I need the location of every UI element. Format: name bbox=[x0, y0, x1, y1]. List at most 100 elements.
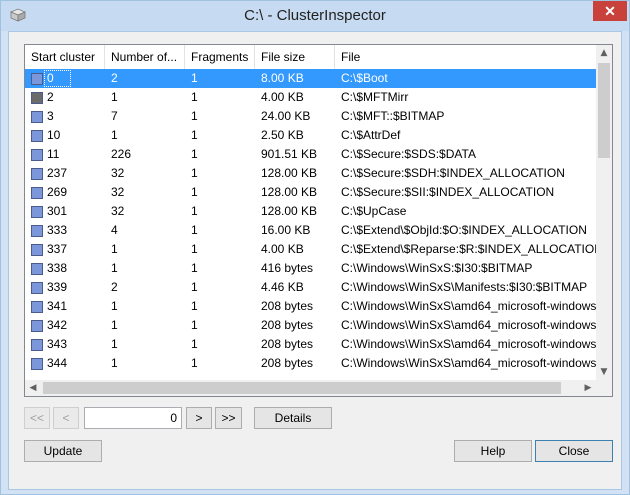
file-size-cell: 208 bytes bbox=[261, 337, 314, 351]
file-path-cell: C:\Windows\WinSxS:$I30:$BITMAP bbox=[341, 261, 533, 275]
file-path-cell: C:\$UpCase bbox=[341, 204, 407, 218]
list-rows: 0 2 1 8.00 KB C:\$Boot 2 1 1 4.00 KB C:\$MFTMirr 3… bbox=[25, 69, 596, 373]
fragments-cell: 1 bbox=[191, 166, 198, 180]
table-row[interactable]: 341 1 1 208 bytes C:\Windows\WinSxS\amd64_mi… bbox=[25, 297, 596, 316]
number-of-cell: 32 bbox=[111, 204, 125, 218]
scroll-down-icon[interactable]: ▼ bbox=[596, 364, 612, 380]
first-page-button[interactable]: << bbox=[24, 407, 50, 429]
details-button[interactable]: Details bbox=[254, 407, 332, 429]
file-path-cell: C:\Windows\WinSxS\amd64_microsoft-window… bbox=[341, 337, 596, 351]
start-cluster-cell: 344 bbox=[47, 356, 68, 370]
start-cluster-cell: 0 bbox=[47, 71, 54, 85]
column-header-file[interactable]: File bbox=[335, 45, 595, 69]
cluster-color-swatch bbox=[31, 339, 43, 351]
cluster-color-swatch bbox=[31, 149, 43, 161]
table-row[interactable]: 2 1 1 4.00 KB C:\$MFTMirr bbox=[25, 88, 596, 107]
table-row[interactable]: 237 32 1 128.00 KB C:\$Secure:$SDH:$INDEX_AL… bbox=[25, 164, 596, 183]
cluster-color-swatch bbox=[31, 206, 43, 218]
vertical-scroll-thumb[interactable] bbox=[598, 63, 610, 158]
start-cluster-cell: 339 bbox=[47, 280, 68, 294]
file-path-cell: C:\$Secure:$SDS:$DATA bbox=[341, 147, 476, 161]
table-row[interactable]: 344 1 1 208 bytes C:\Windows\WinSxS\amd64_mi… bbox=[25, 354, 596, 373]
cluster-color-swatch bbox=[31, 358, 43, 370]
cluster-inspector-window: C:\ - ClusterInspector ✕ Start cluster N… bbox=[0, 0, 630, 495]
file-path-cell: C:\$MFT::$BITMAP bbox=[341, 109, 445, 123]
table-row[interactable]: 269 32 1 128.00 KB C:\$Secure:$SII:$INDEX_AL… bbox=[25, 183, 596, 202]
file-size-cell: 416 bytes bbox=[261, 261, 314, 275]
vertical-scrollbar[interactable]: ▲ ▼ bbox=[596, 45, 612, 380]
table-row[interactable]: 0 2 1 8.00 KB C:\$Boot bbox=[25, 69, 596, 88]
file-size-cell: 128.00 KB bbox=[261, 185, 318, 199]
column-header-number-of[interactable]: Number of... bbox=[105, 45, 185, 69]
cluster-color-swatch bbox=[31, 320, 43, 332]
horizontal-scrollbar[interactable]: ◀ ▶ bbox=[25, 380, 596, 396]
cluster-color-swatch bbox=[31, 282, 43, 294]
scroll-left-icon[interactable]: ◀ bbox=[25, 380, 41, 396]
table-row[interactable]: 339 2 1 4.46 KB C:\Windows\WinSxS\Manifests:… bbox=[25, 278, 596, 297]
title-bar[interactable]: C:\ - ClusterInspector ✕ bbox=[1, 1, 629, 31]
file-path-cell: C:\Windows\WinSxS\Manifests:$I30:$BITMAP bbox=[341, 280, 588, 294]
file-path-cell: C:\Windows\WinSxS\amd64_microsoft-window… bbox=[341, 356, 596, 370]
table-row[interactable]: 343 1 1 208 bytes C:\Windows\WinSxS\amd64_mi… bbox=[25, 335, 596, 354]
table-row[interactable]: 337 1 1 4.00 KB C:\$Extend\$Reparse:$R:$INDE… bbox=[25, 240, 596, 259]
number-of-cell: 32 bbox=[111, 166, 125, 180]
update-button[interactable]: Update bbox=[24, 440, 102, 462]
scroll-up-icon[interactable]: ▲ bbox=[596, 45, 612, 61]
fragments-cell: 1 bbox=[191, 204, 198, 218]
table-row[interactable]: 11 226 1 901.51 KB C:\$Secure:$SDS:$DATA bbox=[25, 145, 596, 164]
close-button[interactable]: Close bbox=[535, 440, 613, 462]
table-row[interactable]: 333 4 1 16.00 KB C:\$Extend\$ObjId:$O:$INDEX… bbox=[25, 221, 596, 240]
column-header-start-cluster[interactable]: Start cluster bbox=[25, 45, 105, 69]
file-path-cell: C:\Windows\WinSxS\amd64_microsoft-window… bbox=[341, 299, 596, 313]
cluster-color-swatch bbox=[31, 187, 43, 199]
file-size-cell: 16.00 KB bbox=[261, 223, 311, 237]
fragments-cell: 1 bbox=[191, 128, 198, 142]
previous-page-button[interactable]: < bbox=[53, 407, 79, 429]
scrollbar-corner bbox=[596, 380, 612, 396]
start-cluster-cell: 333 bbox=[47, 223, 68, 237]
number-of-cell: 2 bbox=[111, 280, 118, 294]
number-of-cell: 1 bbox=[111, 90, 118, 104]
file-path-cell: C:\$Extend\$Reparse:$R:$INDEX_ALLOCATION bbox=[341, 242, 596, 256]
column-header-file-size[interactable]: File size bbox=[255, 45, 335, 69]
horizontal-scroll-thumb[interactable] bbox=[43, 382, 561, 394]
table-row[interactable]: 342 1 1 208 bytes C:\Windows\WinSxS\amd64_mi… bbox=[25, 316, 596, 335]
table-row[interactable]: 338 1 1 416 bytes C:\Windows\WinSxS:$I30:$BI… bbox=[25, 259, 596, 278]
fragments-cell: 1 bbox=[191, 318, 198, 332]
fragments-cell: 1 bbox=[191, 356, 198, 370]
file-path-cell: C:\$Extend\$ObjId:$O:$INDEX_ALLOCATION bbox=[341, 223, 587, 237]
start-cluster-cell: 343 bbox=[47, 337, 68, 351]
fragments-cell: 1 bbox=[191, 147, 198, 161]
table-row[interactable]: 10 1 1 2.50 KB C:\$AttrDef bbox=[25, 126, 596, 145]
table-row[interactable]: 301 32 1 128.00 KB C:\$UpCase bbox=[25, 202, 596, 221]
start-cluster-cell: 301 bbox=[47, 204, 68, 218]
file-path-cell: C:\Windows\WinSxS\amd64_microsoft-window… bbox=[341, 318, 596, 332]
cluster-color-swatch bbox=[31, 263, 43, 275]
number-of-cell: 2 bbox=[111, 71, 118, 85]
number-of-cell: 1 bbox=[111, 128, 118, 142]
number-of-cell: 1 bbox=[111, 356, 118, 370]
cluster-color-swatch bbox=[31, 301, 43, 313]
help-button[interactable]: Help bbox=[454, 440, 532, 462]
number-of-cell: 226 bbox=[111, 147, 132, 161]
table-row[interactable]: 3 7 1 24.00 KB C:\$MFT::$BITMAP bbox=[25, 107, 596, 126]
cluster-list-view[interactable]: Start cluster Number of... Fragments Fil… bbox=[24, 44, 613, 397]
file-size-cell: 901.51 KB bbox=[261, 147, 318, 161]
scroll-right-icon[interactable]: ▶ bbox=[580, 380, 596, 396]
last-page-button[interactable]: >> bbox=[215, 407, 242, 429]
next-page-button[interactable]: > bbox=[186, 407, 212, 429]
window-close-button[interactable]: ✕ bbox=[593, 1, 627, 21]
start-cluster-cell: 10 bbox=[47, 128, 61, 142]
fragments-cell: 1 bbox=[191, 71, 198, 85]
page-number-field[interactable]: 0 bbox=[84, 407, 182, 429]
file-path-cell: C:\$MFTMirr bbox=[341, 90, 409, 104]
cluster-color-swatch bbox=[31, 92, 43, 104]
fragments-cell: 1 bbox=[191, 261, 198, 275]
column-header-fragments[interactable]: Fragments bbox=[185, 45, 255, 69]
number-of-cell: 1 bbox=[111, 242, 118, 256]
start-cluster-cell: 338 bbox=[47, 261, 68, 275]
window-title: C:\ - ClusterInspector bbox=[244, 7, 386, 24]
fragments-cell: 1 bbox=[191, 299, 198, 313]
fragments-cell: 1 bbox=[191, 242, 198, 256]
fragments-cell: 1 bbox=[191, 337, 198, 351]
